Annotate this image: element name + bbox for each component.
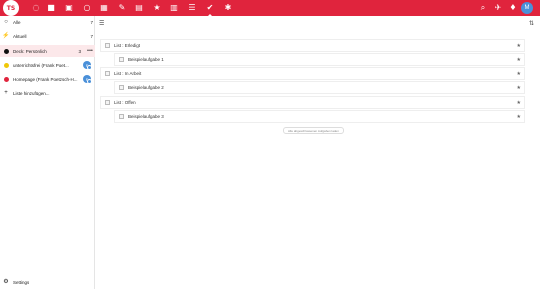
star-icon[interactable]: ★ [517,100,521,106]
user-avatar[interactable]: M [521,2,533,14]
sidebar: ○ Alle 7 ⚡ Aktuell 7 Deck: Persönlich 3 … [0,16,95,289]
task-checkbox[interactable] [119,85,124,90]
tasks-icon[interactable]: ✔ [204,2,216,17]
logo-text: TS [6,4,16,12]
task-title: List : In Arbeit [114,71,142,76]
task-row[interactable]: List : Erledigt ★ [100,39,525,52]
star-icon[interactable]: ★ [517,114,521,120]
task-checkbox[interactable] [105,71,110,76]
mail-icon[interactable]: ▤ [133,2,145,14]
more-options-icon[interactable]: ••• [87,48,93,54]
star-icon[interactable]: ★ [517,71,521,77]
sidebar-item-alle[interactable]: ○ Alle 7 [0,16,95,28]
task-checkbox[interactable] [105,43,110,48]
task-title: Beispielaufgabe 1 [128,57,164,62]
list-color-dot [3,76,9,82]
search-icon[interactable]: ○ [81,2,93,14]
task-row[interactable]: Beispielaufgabe 3 ★ [114,110,525,123]
photos-icon[interactable]: ▣ [63,2,75,14]
sidebar-item-label: Aktuell [13,33,27,39]
task-row[interactable]: Beispielaufgabe 2 ★ [114,81,525,94]
search-icon[interactable]: ⌕ [477,2,489,14]
activity-icon[interactable]: ▥ [168,2,180,14]
list-color-dot [3,62,9,68]
star-icon[interactable]: ★ [517,43,521,49]
sidebar-item-aktuell[interactable]: ⚡ Aktuell 7 [0,30,95,42]
add-list-button[interactable]: + Liste hinzufügen... [0,87,95,99]
notifications-icon[interactable]: ✈ [492,2,504,14]
task-title: Beispielaufgabe 2 [128,85,164,90]
settings-app-icon[interactable]: ✱ [222,2,234,14]
gear-icon: ⚙ [3,279,9,285]
circle-icon: ○ [4,19,8,25]
sidebar-item-count: 3 [78,48,81,54]
task-title: List : Erledigt [114,43,141,48]
task-checkbox[interactable] [105,100,110,105]
favorites-icon[interactable]: ★ [151,2,163,14]
app-logo[interactable]: TS [3,0,19,16]
shared-user-avatar[interactable]: F [83,61,92,70]
dashboard-icon[interactable]: ◌ [30,2,42,14]
sidebar-item-label: unterrichtsfrei (Frank Poet... [13,62,69,68]
sidebar-item-unterrichtsfrei[interactable]: unterrichtsfrei (Frank Poet... F [0,59,95,71]
contacts-icon[interactable]: ♦ [507,2,519,14]
files-icon[interactable]: ■ [45,2,57,14]
load-completed-tasks-button[interactable]: Alle abgeschlossenen Aufgaben laden [283,127,344,134]
sidebar-item-label: Alle [13,19,21,25]
activity-icon: ⚡ [2,33,10,39]
sidebar-item-label: Homepage (Frank Poetzsch-H... [13,76,78,82]
menu-icon[interactable]: ☰ [99,20,104,27]
task-title: List : Offen [114,100,136,105]
task-row[interactable]: List : Offen ★ [100,96,525,109]
sort-icon[interactable]: ⇅ [529,20,534,27]
sidebar-item-label: Liste hinzufügen... [13,90,50,96]
settings-label: Settings [13,279,30,285]
list-color-dot [3,48,9,54]
sidebar-item-deck-persoenlich[interactable]: Deck: Persönlich 3 ••• [0,45,95,57]
star-icon[interactable]: ★ [517,57,521,63]
task-checkbox[interactable] [119,57,124,62]
task-list-panel: ☰ ⇅ List : Erledigt ★ Beispielaufgabe 1 … [95,16,540,289]
notes-icon[interactable]: ✎ [116,2,128,14]
task-row[interactable]: List : In Arbeit ★ [100,67,525,80]
task-title: Beispielaufgabe 3 [128,114,164,119]
star-icon[interactable]: ★ [517,85,521,91]
calendar-icon[interactable]: ▦ [98,2,110,14]
shared-user-avatar[interactable]: F [83,75,92,84]
sidebar-item-count: 7 [90,33,93,39]
sidebar-item-label: Deck: Persönlich [13,48,47,54]
task-checkbox[interactable] [119,114,124,119]
sidebar-item-count: 7 [90,19,93,25]
task-row[interactable]: Beispielaufgabe 1 ★ [114,53,525,66]
plus-icon: + [4,90,8,96]
settings-button[interactable]: ⚙ Settings [0,277,95,287]
sidebar-item-homepage[interactable]: Homepage (Frank Poetzsch-H... F [0,73,95,85]
deck-icon[interactable]: ☰ [186,2,198,14]
top-navigation-bar: TS ◌ ■ ▣ ○ ▦ ✎ ▤ ★ ▥ ☰ ✔ ✱ ⌕ ✈ ♦ M [0,0,540,17]
